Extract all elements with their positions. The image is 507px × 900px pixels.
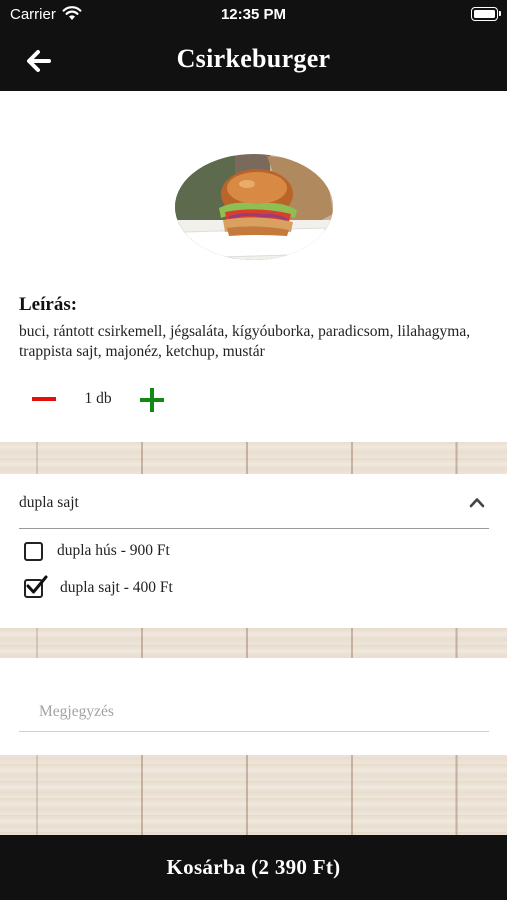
description-text: buci, rántott csirkemell, jégsaláta, kíg… [19, 323, 471, 360]
product-image [175, 154, 333, 260]
extras-dropdown[interactable]: dupla sajt [19, 474, 489, 529]
nav-bar: Csirkeburger [0, 30, 507, 91]
checkmark-icon [26, 575, 48, 594]
note-card [0, 658, 507, 755]
option-label: dupla sajt - 400 Ft [60, 579, 173, 596]
add-to-cart-button[interactable]: Kosárba (2 390 Ft) [0, 835, 507, 900]
description-heading: Leírás: [19, 294, 78, 315]
checkbox-checked-icon[interactable] [24, 575, 48, 598]
chevron-up-icon [469, 498, 485, 508]
quantity-value: 1 db [84, 390, 112, 407]
option-label: dupla hús - 900 Ft [57, 542, 170, 559]
product-card: Leírás: buci, rántott csirkemell, jégsal… [0, 91, 507, 442]
add-to-cart-label: Kosárba (2 390 Ft) [166, 855, 341, 879]
note-input[interactable] [19, 692, 489, 732]
quantity-decrease-button[interactable] [31, 388, 57, 410]
options-card: dupla sajt dupla hús - 900 Ft dupla sajt… [0, 474, 507, 628]
extras-selected-value: dupla sajt [19, 494, 79, 511]
status-bar: Carrier 12:35 PM [0, 0, 507, 30]
quantity-increase-button[interactable] [139, 387, 165, 413]
clock: 12:35 PM [220, 6, 287, 23]
page-title: Csirkeburger [176, 44, 331, 73]
checkbox-unchecked-icon[interactable] [24, 542, 43, 561]
burger-illustration [175, 154, 333, 260]
battery-icon [471, 7, 501, 21]
